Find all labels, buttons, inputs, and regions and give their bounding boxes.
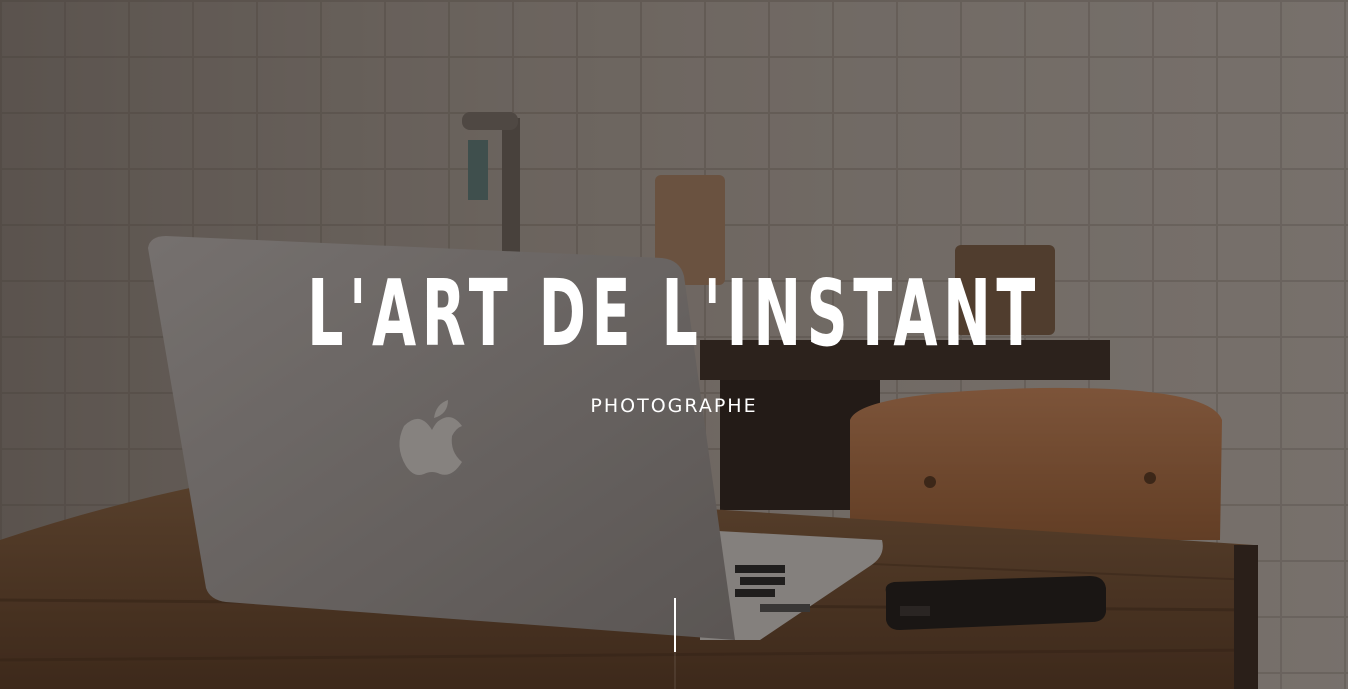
hero-section: L'ART DE L'INSTANT PHOTOGRAPHE — [0, 0, 1348, 689]
scroll-down-indicator[interactable] — [674, 598, 676, 652]
scroll-indicator-track — [674, 652, 676, 689]
hero-title: L'ART DE L'INSTANT — [307, 260, 1041, 367]
hero-subtitle: PHOTOGRAPHE — [590, 395, 758, 417]
